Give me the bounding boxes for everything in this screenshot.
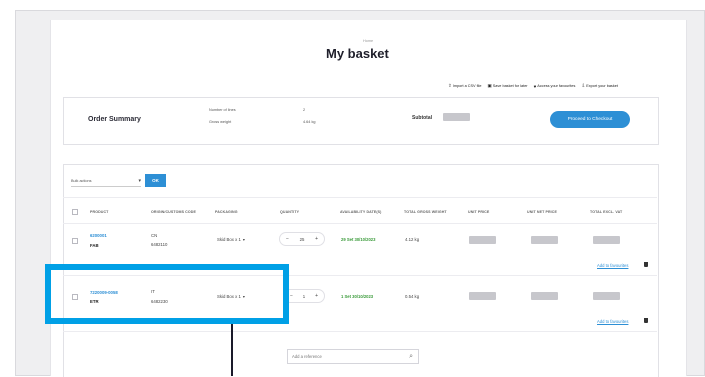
reference-search-box: ⌕	[287, 349, 419, 364]
product-brand: FAB	[90, 243, 99, 248]
save-icon: ▣	[487, 83, 492, 88]
total-value	[593, 236, 620, 244]
decrease-quantity-button[interactable]: −	[290, 293, 293, 299]
header-unit-price: Unit price	[468, 210, 490, 214]
increase-quantity-button[interactable]: +	[315, 293, 318, 299]
decrease-quantity-button[interactable]: −	[286, 236, 289, 242]
unit-net-price-value	[531, 236, 558, 244]
total-value	[593, 292, 620, 300]
packaging-select[interactable]: Skid Box x 1 ▾	[217, 237, 245, 242]
gross-weight: 0.54 kg	[405, 294, 420, 299]
upload-icon: ⇪	[448, 83, 452, 88]
lines-value: 2	[303, 108, 306, 112]
gross-weight: 4.12 kg	[405, 237, 420, 242]
breadcrumb[interactable]: Home	[363, 39, 373, 43]
callout-line	[231, 324, 233, 376]
save-basket-link[interactable]: ▣ Save basket for later	[487, 83, 527, 89]
availability-date: 1 Set 30/10/2023	[341, 294, 374, 299]
favourites-link[interactable]: ♥ Access your favourites	[534, 84, 576, 89]
origin-country: CN	[151, 233, 158, 238]
unit-net-price-value	[531, 292, 558, 300]
customs-code: 6482110	[151, 242, 168, 247]
unit-price-value	[469, 236, 496, 244]
bulk-ok-button[interactable]: OK	[145, 174, 166, 187]
export-basket-link[interactable]: ⇩ Export your basket	[581, 83, 617, 89]
trash-icon[interactable]	[644, 262, 648, 267]
search-icon[interactable]: ⌕	[409, 352, 413, 361]
weight-label: Gross weight	[209, 120, 232, 124]
header-weight: Total gross weight	[404, 210, 447, 214]
bulk-actions-select[interactable]: Bulk actions ▾	[71, 176, 141, 187]
header-product: Product	[90, 210, 109, 214]
select-all-checkbox[interactable]	[72, 209, 78, 215]
import-csv-link[interactable]: ⇪ Import a CSV file	[448, 83, 481, 89]
chevron-down-icon: ▾	[242, 237, 245, 242]
download-icon: ⇩	[581, 83, 586, 88]
header-packaging: Packaging	[215, 210, 238, 214]
unit-price-value	[469, 292, 496, 300]
subtotal-value	[443, 113, 470, 121]
weight-value: 4.64 kg	[303, 120, 316, 124]
header-availability: Availability date(s)	[340, 210, 382, 214]
quantity-stepper: − 1 +	[283, 289, 325, 303]
highlight-box	[45, 264, 289, 324]
order-summary-title: Order Summary	[88, 116, 141, 123]
header-quantity: Quantity	[280, 210, 300, 214]
product-link[interactable]: 6200001	[90, 233, 107, 238]
increase-quantity-button[interactable]: +	[315, 236, 318, 242]
quantity-value[interactable]: 1	[303, 294, 305, 299]
trash-icon[interactable]	[644, 318, 648, 323]
page-title: My basket	[326, 46, 389, 61]
heart-icon: ♥	[533, 83, 537, 89]
reference-input[interactable]	[292, 352, 402, 361]
lines-label: Number of lines	[209, 108, 236, 112]
add-to-favourites-link[interactable]: Add to favourites	[597, 319, 628, 324]
row-checkbox[interactable]	[72, 238, 78, 244]
availability-date: 29 Set 30/10/2023	[341, 237, 376, 242]
quantity-stepper: − 25 +	[279, 232, 325, 246]
add-to-favourites-link[interactable]: Add to favourites	[597, 263, 628, 268]
quantity-value[interactable]: 25	[300, 237, 305, 242]
subtotal-label: Subtotal	[412, 115, 432, 121]
chevron-down-icon: ▾	[138, 178, 141, 184]
basket-actions: ⇪ Import a CSV file ▣ Save basket for la…	[448, 83, 618, 89]
header-unit-net-price: Unit net price	[527, 210, 557, 214]
proceed-to-checkout-button[interactable]: Proceed to Checkout	[550, 111, 630, 128]
header-total: Total excl. VAT	[590, 210, 623, 214]
header-origin: Origin/Customs code	[151, 210, 196, 214]
